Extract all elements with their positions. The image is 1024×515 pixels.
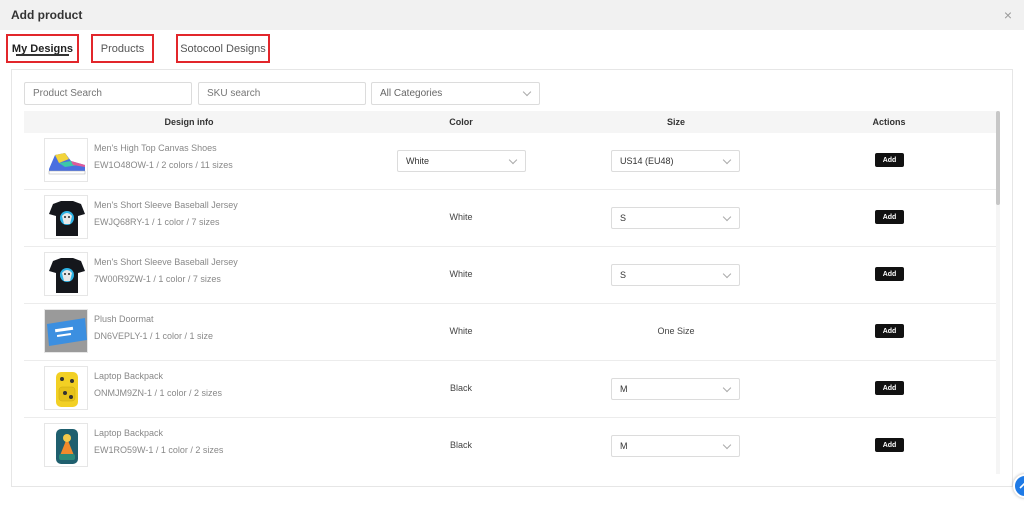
jersey-thumbnail xyxy=(44,252,88,296)
size-value: One Size xyxy=(657,326,695,336)
table-row: Plush Doormat DN6VEPLY-1 / 1 color / 1 s… xyxy=(24,304,999,361)
color-select[interactable]: White xyxy=(397,150,526,172)
tab-label: My Designs xyxy=(11,42,74,55)
tab-my-designs[interactable]: My Designs xyxy=(6,34,79,63)
size-select-value: M xyxy=(620,384,628,394)
product-name: Laptop Backpack xyxy=(94,428,164,438)
product-sku: ONMJM9ZN-1 / 1 color / 2 sizes xyxy=(94,388,223,398)
add-button[interactable]: Add xyxy=(875,381,904,395)
category-select[interactable]: All Categories xyxy=(371,82,540,105)
chevron-down-icon xyxy=(722,440,732,450)
color-value: White xyxy=(449,269,473,279)
color-value: White xyxy=(449,212,473,222)
add-button[interactable]: Add xyxy=(875,438,904,452)
designs-table: Design info Color Size Actions Men's Hig… xyxy=(24,111,999,474)
product-sku: EW1O48OW-1 / 2 colors / 11 sizes xyxy=(94,160,233,170)
chat-widget-icon[interactable] xyxy=(1013,474,1024,498)
sneaker-thumbnail xyxy=(44,138,88,182)
backpack-yellow-thumbnail xyxy=(44,366,88,410)
chevron-down-icon xyxy=(722,269,732,279)
table-row: Men's High Top Canvas Shoes EW1O48OW-1 /… xyxy=(24,133,999,190)
table-scrollbar-thumb[interactable] xyxy=(996,111,1000,205)
chevron-down-icon xyxy=(722,383,732,393)
product-name: Laptop Backpack xyxy=(94,371,164,381)
table-row: Laptop Backpack EW1RO59W-1 / 1 color / 2… xyxy=(24,418,999,474)
chevron-down-icon xyxy=(722,155,732,165)
color-value: Black xyxy=(449,383,472,393)
header-design-info: Design info xyxy=(164,117,214,127)
table-header: Design info Color Size Actions xyxy=(24,111,999,133)
table-row: Men's Short Sleeve Baseball Jersey 7W00R… xyxy=(24,247,999,304)
product-name: Plush Doormat xyxy=(94,314,154,324)
chevron-down-icon xyxy=(508,155,518,165)
tab-sotocool-designs[interactable]: Sotocool Designs xyxy=(176,34,270,63)
color-value: Black xyxy=(449,440,472,450)
dialog-title: Add product xyxy=(11,8,83,22)
product-name: Men's High Top Canvas Shoes xyxy=(94,143,217,153)
product-name: Men's Short Sleeve Baseball Jersey xyxy=(94,257,238,267)
size-select-value: S xyxy=(620,270,627,280)
tab-label: Sotocool Designs xyxy=(180,42,266,55)
tab-products[interactable]: Products xyxy=(91,34,154,63)
header-actions: Actions xyxy=(872,117,906,127)
product-sku: DN6VEPLY-1 / 1 color / 1 size xyxy=(94,331,214,341)
size-select-value: US14 (EU48) xyxy=(620,156,674,166)
size-select[interactable]: M xyxy=(611,378,740,400)
active-tab-underline xyxy=(16,54,69,56)
add-button[interactable]: Add xyxy=(875,210,904,224)
color-value: White xyxy=(449,326,473,336)
product-name: Men's Short Sleeve Baseball Jersey xyxy=(94,200,238,210)
header-color: Color xyxy=(449,117,473,127)
add-button[interactable]: Add xyxy=(875,267,904,281)
sku-search-input[interactable] xyxy=(198,82,366,105)
product-sku: EW1RO59W-1 / 1 color / 2 sizes xyxy=(94,445,224,455)
category-select-value: All Categories xyxy=(380,88,443,99)
header-size: Size xyxy=(666,117,685,127)
chevron-down-icon xyxy=(722,212,732,222)
close-icon[interactable]: × xyxy=(1004,7,1012,23)
color-select-value: White xyxy=(406,156,430,166)
doormat-thumbnail xyxy=(44,309,88,353)
dialog-header: Add product × xyxy=(0,0,1024,30)
jersey-thumbnail xyxy=(44,195,88,239)
product-sku: EWJQ68RY-1 / 1 color / 7 sizes xyxy=(94,217,220,227)
size-select-value: S xyxy=(620,213,627,223)
table-row: Laptop Backpack ONMJM9ZN-1 / 1 color / 2… xyxy=(24,361,999,418)
size-select-value: M xyxy=(620,441,628,451)
product-sku: 7W00R9ZW-1 / 1 color / 7 sizes xyxy=(94,274,221,284)
size-select[interactable]: S xyxy=(611,264,740,286)
table-row: Men's Short Sleeve Baseball Jersey EWJQ6… xyxy=(24,190,999,247)
backpack-teal-thumbnail xyxy=(44,423,88,467)
tab-label: Products xyxy=(100,42,145,55)
add-button[interactable]: Add xyxy=(875,324,904,338)
size-select[interactable]: US14 (EU48) xyxy=(611,150,740,172)
chevron-down-icon xyxy=(522,87,532,97)
product-search-input[interactable] xyxy=(24,82,192,105)
size-select[interactable]: M xyxy=(611,435,740,457)
add-button[interactable]: Add xyxy=(875,153,904,167)
size-select[interactable]: S xyxy=(611,207,740,229)
